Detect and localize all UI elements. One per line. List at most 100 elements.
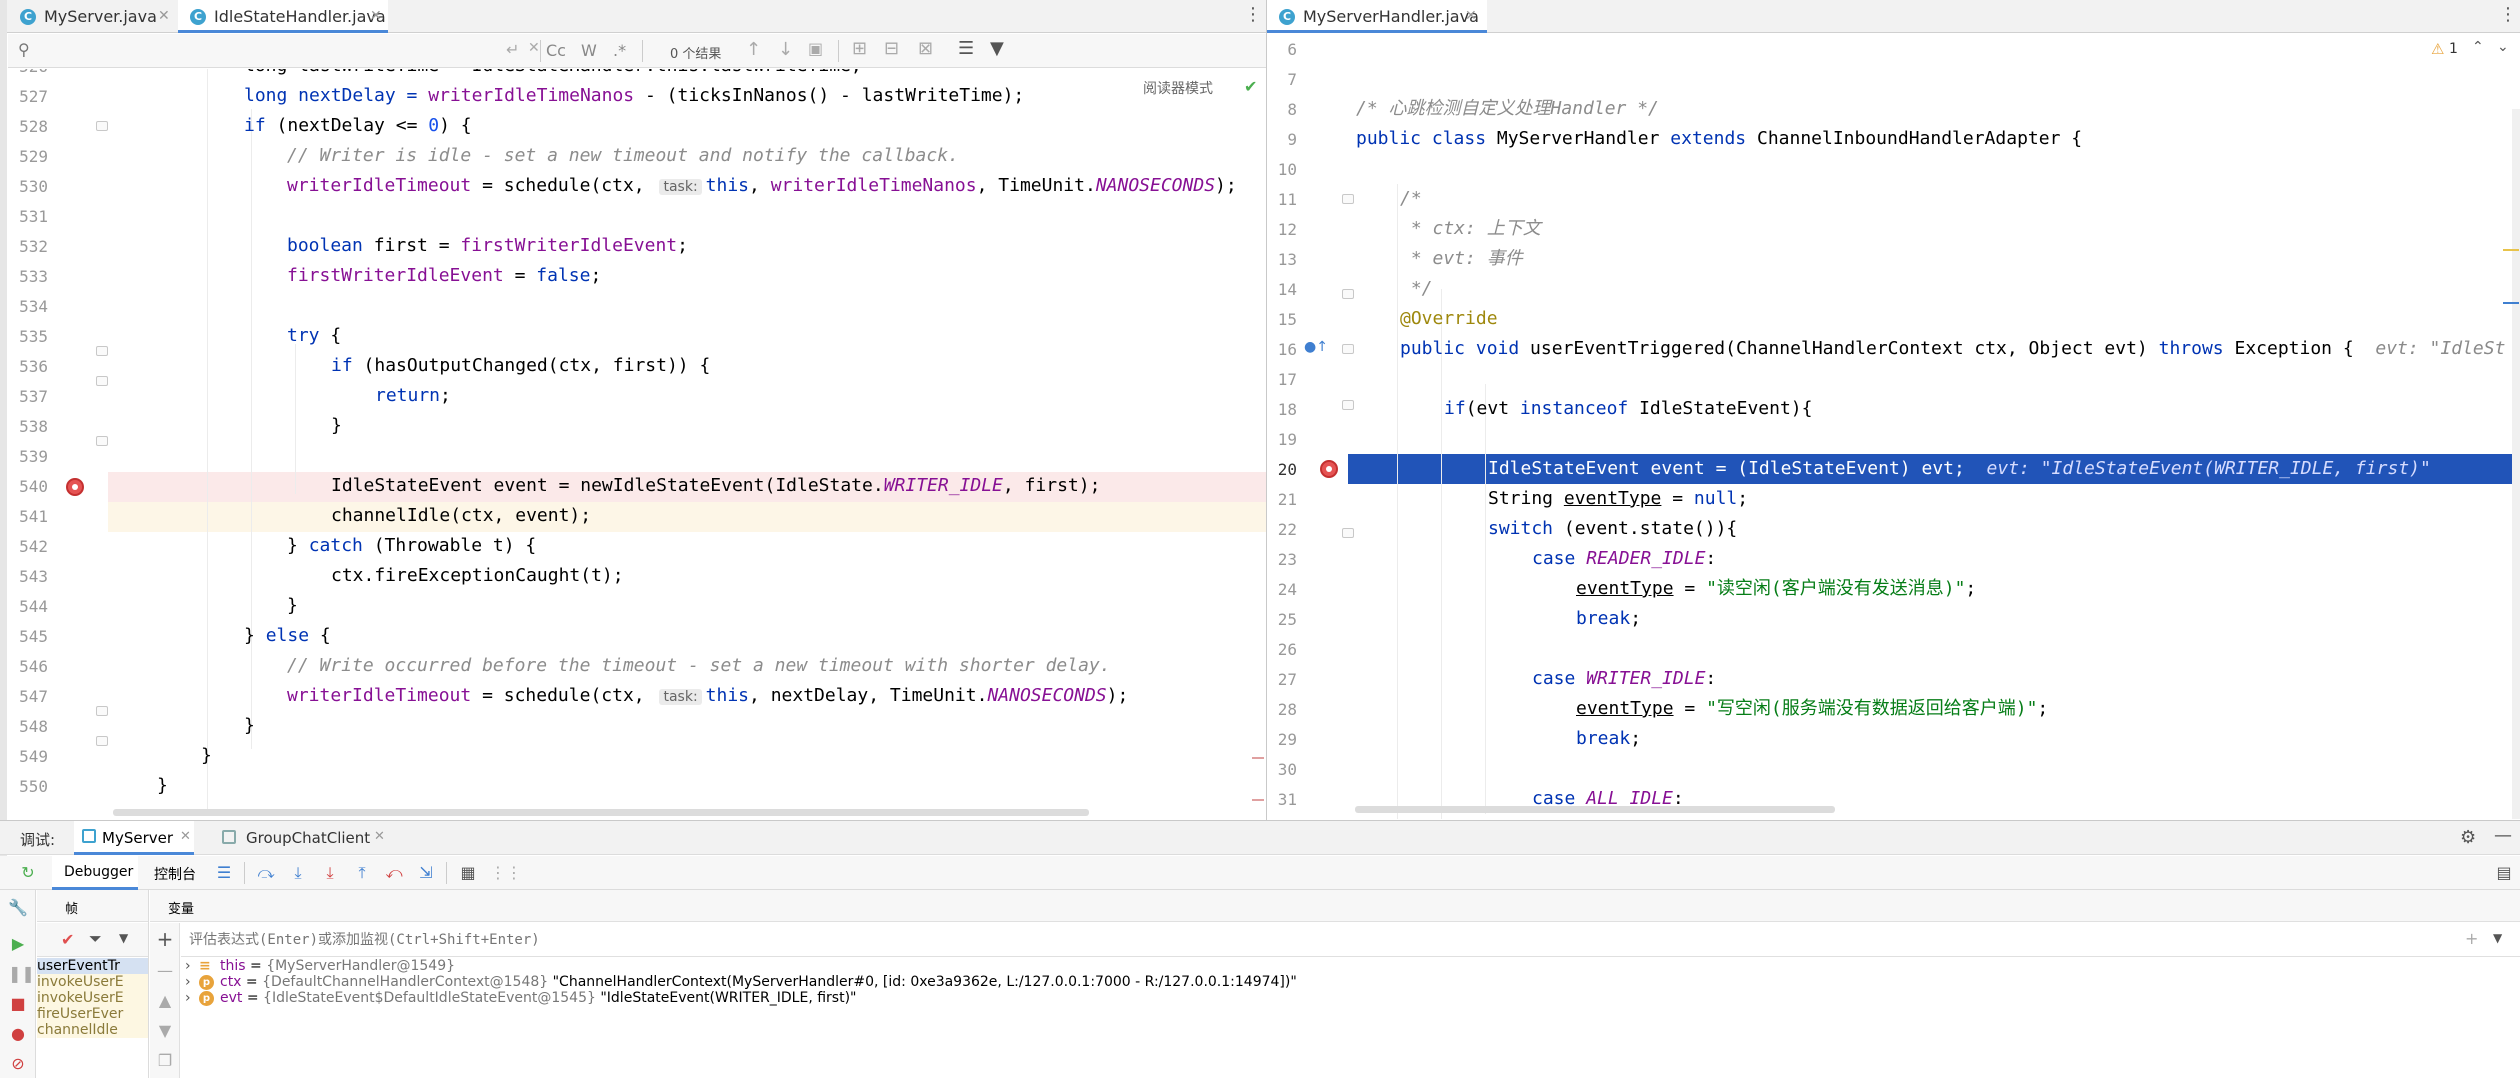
fold-marker[interactable] — [1342, 400, 1354, 410]
more-tabs-icon[interactable]: ⋮ — [2499, 4, 2517, 25]
pause-icon[interactable]: ❚❚ — [8, 964, 35, 984]
evaluate-expression-input[interactable] — [189, 928, 2389, 952]
fold-marker[interactable] — [96, 736, 108, 746]
frame-item[interactable]: invokeUserE — [37, 990, 148, 1006]
move-up-icon[interactable]: ▲ — [155, 991, 175, 1011]
fold-marker[interactable] — [96, 121, 108, 131]
restore-layout-icon[interactable]: ▤ — [2494, 863, 2514, 883]
search-input[interactable] — [40, 39, 520, 63]
step-over-icon[interactable]: ⤼ — [256, 863, 276, 883]
fold-marker[interactable] — [96, 346, 108, 356]
add-to-watches-icon[interactable]: + — [2465, 929, 2478, 948]
force-step-into-icon[interactable]: ⤓ — [320, 863, 340, 883]
step-into-icon[interactable]: ⤓ — [288, 863, 308, 883]
settings-gear-icon[interactable]: ⚙ — [2460, 827, 2476, 848]
debug-tab-groupchatclient[interactable]: GroupChatClient ✕ — [218, 821, 388, 855]
remove-selection-icon[interactable]: ⊟ — [884, 38, 899, 59]
close-icon[interactable]: ✕ — [158, 0, 170, 33]
warning-icon[interactable]: ⚠ — [2431, 40, 2444, 58]
add-watch-icon[interactable]: + — [155, 929, 175, 949]
select-all-matches-icon[interactable]: ⊠ — [918, 38, 933, 59]
regex-toggle[interactable]: .* — [613, 41, 626, 60]
code-line: case WRITER_IDLE: — [1532, 668, 1717, 689]
remove-watch-icon[interactable]: — — [155, 961, 175, 981]
expand-arrow-icon[interactable]: › — [185, 974, 199, 990]
fold-marker[interactable] — [1342, 289, 1354, 299]
copy-icon[interactable]: ❐ — [155, 1051, 175, 1071]
tab-idlestatehandler-java[interactable]: C IdleStateHandler.java ✕ — [178, 0, 388, 33]
wrench-icon[interactable]: 🔧 — [8, 898, 28, 918]
line-number: 548 — [19, 717, 48, 736]
frame-item[interactable]: fireUserEver — [37, 1006, 148, 1022]
fold-marker[interactable] — [1342, 194, 1354, 204]
subtab-debugger[interactable]: Debugger — [52, 856, 138, 890]
frame-item[interactable]: invokeUserE — [37, 974, 148, 990]
close-icon[interactable]: ✕ — [180, 829, 191, 844]
warning-stripe-marker — [2503, 249, 2519, 251]
add-selection-icon[interactable]: ⊞ — [852, 38, 867, 59]
replace-history-icon[interactable]: ↵ — [506, 40, 519, 59]
indent-guide — [295, 344, 296, 494]
fold-marker[interactable] — [96, 436, 108, 446]
breakpoint-icon[interactable] — [1320, 460, 1338, 478]
filter-settings-icon[interactable]: ☰ — [958, 38, 974, 59]
mute-breakpoints-icon[interactable]: ⊘ — [8, 1054, 28, 1074]
next-occurrence-icon[interactable]: ↓ — [778, 39, 793, 60]
more-tabs-icon[interactable]: ⋮ — [1244, 4, 1262, 25]
right-editor[interactable]: 6 7 8 9 10 11 12 13 14 15 16 17 18 19 20 21 22 23 24 25 26 27… — [1267, 34, 2520, 819]
expand-arrow-icon[interactable]: › — [185, 990, 199, 1006]
layout-list-icon[interactable]: ☰ — [214, 863, 234, 883]
horizontal-scrollbar[interactable] — [113, 809, 1089, 816]
debug-tab-myserver[interactable]: MyServer ✕ — [74, 821, 194, 855]
trace-stream-icon[interactable]: ⋮⋮ — [490, 863, 522, 883]
expand-arrow-icon[interactable]: › — [185, 958, 199, 974]
variable-value: "IdleStateEvent(WRITER_IDLE, first)" — [595, 990, 857, 1006]
evaluate-expression-icon[interactable]: ▦ — [458, 863, 478, 883]
code-line: } — [244, 715, 255, 736]
left-editor[interactable]: 526 527 528 529 530 531 532 533 534 535 536 537 538 5… — [8, 69, 1266, 819]
prev-highlight-icon[interactable]: ⌃ — [2472, 39, 2484, 55]
override-marker-icon[interactable]: ●↑ — [1304, 339, 1328, 355]
select-all-occurrences-icon[interactable]: ▣ — [808, 39, 823, 58]
run-to-cursor-icon[interactable]: ⇲ — [416, 863, 436, 883]
tab-myserver-java[interactable]: C MyServer.java ✕ — [8, 0, 178, 33]
match-case-toggle[interactable]: Cc — [546, 41, 566, 60]
frame-item[interactable]: channelIdle — [37, 1022, 148, 1038]
breakpoint-icon[interactable] — [66, 478, 84, 496]
stop-icon[interactable]: ■ — [8, 994, 28, 1014]
tab-myserverhandler-java[interactable]: C MyServerHandler.java ✕ — [1267, 0, 1487, 33]
class-icon: C — [1279, 9, 1295, 25]
drop-frame-icon[interactable]: ⤺ — [384, 863, 404, 883]
horizontal-scrollbar[interactable] — [1355, 806, 1835, 813]
filter-icon[interactable]: ▼ — [990, 38, 1004, 59]
close-icon[interactable]: ✕ — [370, 0, 382, 33]
search-clear-icon[interactable]: ✕ — [528, 40, 540, 56]
fold-marker[interactable] — [1342, 528, 1354, 538]
close-icon[interactable]: ✕ — [374, 829, 385, 844]
minimize-icon[interactable]: — — [2494, 825, 2512, 846]
move-down-icon[interactable]: ▼ — [155, 1021, 175, 1041]
resume-icon[interactable]: ▶ — [8, 934, 28, 954]
filter-icon[interactable]: ⏷ — [89, 929, 102, 949]
view-breakpoints-icon[interactable]: ● — [8, 1024, 28, 1044]
reader-mode-label[interactable]: 阅读器模式 — [1143, 78, 1213, 98]
fold-marker[interactable] — [96, 706, 108, 716]
frame-item[interactable]: userEventTr — [37, 958, 148, 974]
variable-row[interactable]: › p ctx = {DefaultChannelHandlerContext@15… — [181, 974, 2520, 990]
history-dropdown-icon[interactable]: ▼ — [2493, 931, 2502, 945]
fold-marker[interactable] — [96, 376, 108, 386]
vertical-scrollbar[interactable] — [2512, 109, 2520, 819]
debug-side-toolbar: 🔧 ▶ ❚❚ ■ ● ⊘ — [0, 890, 36, 1078]
variable-row[interactable]: › ≡ this = {MyServerHandler@1549} — [181, 958, 2520, 974]
whole-words-toggle[interactable]: W — [581, 41, 597, 60]
step-out-icon[interactable]: ⤒ — [352, 863, 372, 883]
subtab-console[interactable]: 控制台 — [144, 856, 204, 890]
fold-marker[interactable] — [1342, 344, 1354, 354]
close-icon[interactable]: ✕ — [1465, 0, 1477, 33]
next-highlight-icon[interactable]: ⌄ — [2497, 39, 2509, 55]
rerun-icon[interactable]: ↻ — [18, 863, 38, 883]
chevron-down-icon[interactable]: ▼ — [119, 931, 128, 945]
variable-row[interactable]: › p evt = {IdleStateEvent$DefaultIdleState… — [181, 990, 2520, 1006]
prev-occurrence-icon[interactable]: ↑ — [746, 39, 761, 60]
check-icon[interactable]: ✔ — [61, 930, 74, 949]
